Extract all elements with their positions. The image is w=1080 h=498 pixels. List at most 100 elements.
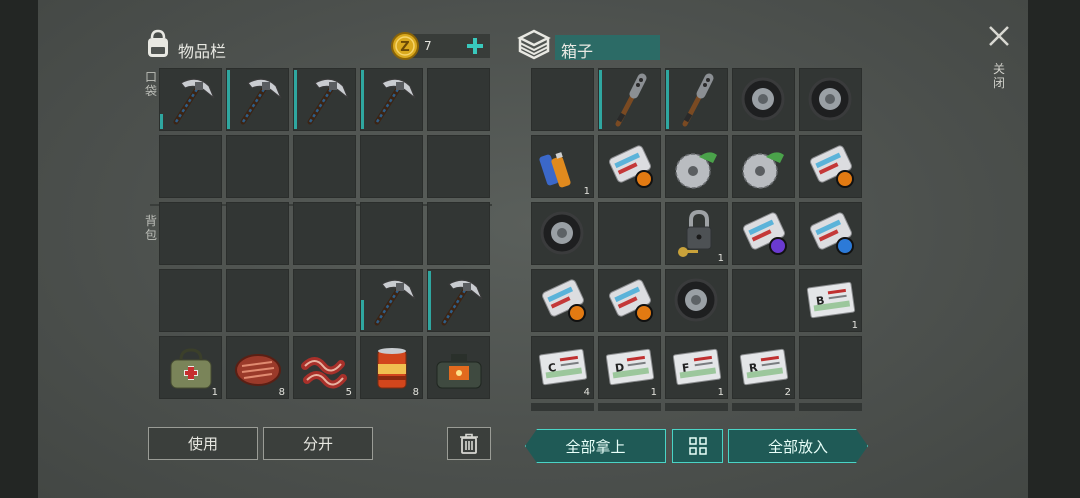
take-all-label: 全部拿上 [565,437,626,456]
inventory-slot[interactable] [360,202,423,265]
durability-bar [428,271,431,330]
chest-slot[interactable] [732,68,795,131]
item-count: 5 [345,387,352,398]
inventory-slot[interactable] [427,269,490,332]
inventory-slot[interactable] [159,269,222,332]
chest-slot[interactable] [799,336,862,399]
inventory-slot[interactable] [360,68,423,131]
inventory-slot[interactable] [226,68,289,131]
durability-bar [666,70,669,129]
put-all-label: 全部放入 [767,437,828,456]
item-count: 8 [278,387,285,398]
chest-slot[interactable] [799,202,862,265]
close-label[interactable]: 关闭 [992,62,1006,90]
chest-slot[interactable] [598,68,661,131]
inventory-slot[interactable] [427,135,490,198]
chest-slot[interactable] [799,135,862,198]
chest-slot[interactable]: 1 [665,202,728,265]
item-count: 1 [717,387,724,398]
take-all-button[interactable]: 全部拿上 [525,429,666,463]
backpack-icon [142,28,174,60]
inventory-slot[interactable] [293,68,356,131]
chest-slot[interactable] [799,68,862,131]
chest-slot-partial [665,403,728,411]
inventory-slot[interactable] [226,135,289,198]
pocket-label: 口袋 [144,70,157,98]
inventory-title: 物品栏 [178,42,227,61]
coin-count: 7 [424,39,432,53]
item-count: 2 [784,387,791,398]
durability-bar [294,70,297,129]
coin-icon: Z [390,31,420,61]
trash-button[interactable] [447,427,491,460]
chest-slot[interactable]: R2 [732,336,795,399]
chest-slot[interactable] [732,269,795,332]
chest-slot[interactable] [665,269,728,332]
inventory-slot[interactable] [427,336,490,399]
sort-grid-button[interactable] [672,429,723,463]
inventory-slot[interactable] [159,135,222,198]
put-all-button[interactable]: 全部放入 [728,429,868,463]
item-count: 1 [211,387,218,398]
item-count: 1 [650,387,657,398]
chest-slot[interactable] [732,135,795,198]
durability-bar [160,114,163,129]
chest-slot[interactable] [531,68,594,131]
inventory-slot[interactable]: 8 [360,336,423,399]
grid-icon [688,437,707,455]
inventory-slot[interactable]: 1 [159,336,222,399]
inventory-slot[interactable] [159,68,222,131]
item-count: 1 [583,186,590,197]
inventory-slot[interactable]: 5 [293,336,356,399]
chest-slot[interactable]: C4 [531,336,594,399]
item-count: 1 [717,253,724,264]
inventory-slot[interactable] [427,68,490,131]
use-button[interactable]: 使用 [148,427,258,460]
chest-slot[interactable] [732,202,795,265]
chest-slot[interactable] [665,68,728,131]
chest-slot-partial [799,403,862,411]
svg-text:B: B [815,294,825,308]
chest-slot[interactable] [531,269,594,332]
durability-bar [361,70,364,129]
inventory-slot[interactable] [293,135,356,198]
durability-bar [227,70,230,129]
inventory-slot[interactable] [427,202,490,265]
chest-slot[interactable]: F1 [665,336,728,399]
close-icon[interactable] [987,24,1011,48]
chest-slot[interactable]: B1 [799,269,862,332]
inventory-slot[interactable] [293,269,356,332]
durability-bar [361,300,364,330]
chest-box-icon [516,28,552,60]
chest-title: 箱子 [561,42,594,61]
split-button[interactable]: 分开 [263,427,373,460]
inventory-slot[interactable] [226,202,289,265]
chest-slot[interactable]: D1 [598,336,661,399]
item-count: 8 [412,387,419,398]
chest-slot[interactable] [598,135,661,198]
left-border [0,0,38,498]
trash-icon [460,433,478,454]
right-border [1028,0,1080,498]
chest-slot[interactable] [598,269,661,332]
chest-slot-partial [732,403,795,411]
item-count: 4 [583,387,590,398]
inventory-slot[interactable]: 8 [226,336,289,399]
item-count: 1 [851,320,858,331]
durability-bar [599,70,602,129]
chest-slot-partial [531,403,594,411]
inventory-slot[interactable] [293,202,356,265]
svg-text:D: D [614,361,625,375]
chest-slot-partial [598,403,661,411]
chest-slot[interactable] [665,135,728,198]
inventory-slot[interactable] [360,269,423,332]
backpack-label: 背包 [144,214,157,242]
chest-slot[interactable] [598,202,661,265]
svg-text:Z: Z [400,40,409,55]
inventory-slot[interactable] [360,135,423,198]
inventory-slot[interactable] [226,269,289,332]
add-coins-plus-icon[interactable] [465,35,485,57]
chest-slot[interactable] [531,202,594,265]
chest-slot[interactable]: 1 [531,135,594,198]
inventory-slot[interactable] [159,202,222,265]
